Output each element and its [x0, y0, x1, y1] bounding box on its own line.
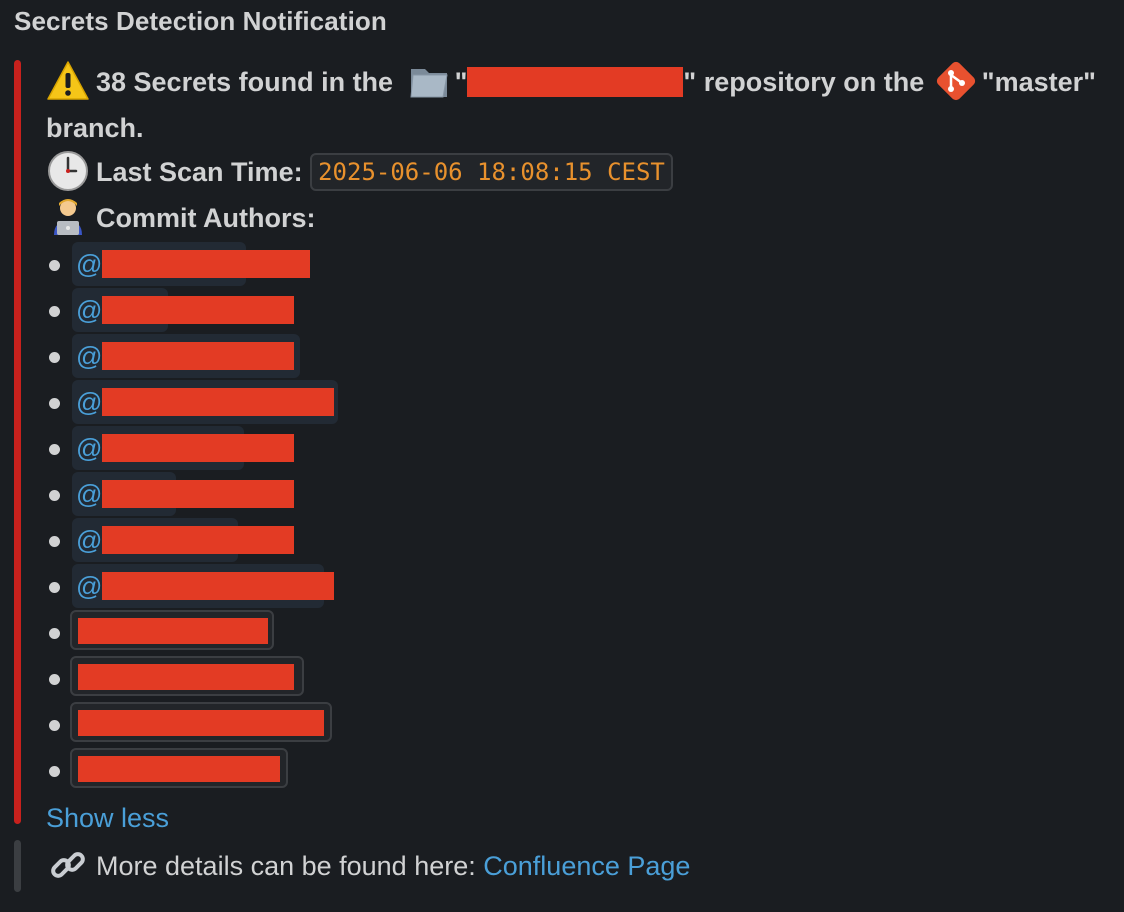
- author-item: [46, 609, 1114, 656]
- bullet: [49, 581, 60, 593]
- redacted-username: [102, 341, 294, 370]
- user-mention[interactable]: @: [72, 425, 294, 470]
- author-item: @: [46, 517, 1114, 564]
- redacted-username: [102, 525, 294, 554]
- clock-icon: [48, 150, 88, 191]
- user-mention[interactable]: @: [72, 471, 294, 516]
- redacted-author: [78, 617, 268, 644]
- branch-word-line: branch.: [46, 106, 1114, 150]
- attachment-details: More details can be found here: Confluen…: [14, 840, 1114, 892]
- redacted-repo-name: [467, 66, 684, 97]
- author-item: @: [46, 333, 1114, 380]
- author-item: [46, 747, 1114, 794]
- bullet: [49, 765, 60, 777]
- attachment-color-bar: [14, 840, 21, 892]
- mention-at: @: [76, 432, 103, 463]
- git-branch-icon: [936, 61, 975, 101]
- redacted-username: [102, 387, 334, 416]
- bullet: [49, 351, 60, 363]
- warning-icon: [47, 61, 89, 100]
- mention-at: @: [76, 386, 103, 417]
- branch-name: "master": [981, 67, 1096, 97]
- technologist-icon: [54, 198, 82, 235]
- details-line: More details can be found here: Confluen…: [46, 844, 690, 890]
- attachment-color-bar: [14, 60, 21, 824]
- author-code: [70, 609, 274, 650]
- repo-suffix-text: repository on the: [703, 67, 925, 97]
- attachment-content: 38 Secrets found in the " " repository on…: [46, 60, 1114, 838]
- redacted-username: [102, 249, 310, 278]
- redacted-author: [78, 709, 324, 736]
- author-item: [46, 655, 1114, 702]
- bullet: [49, 535, 60, 547]
- user-mention[interactable]: @: [72, 517, 294, 562]
- folder-icon: [410, 68, 448, 98]
- redacted-username: [102, 479, 294, 508]
- scan-time-value: 2025-06-06 18:08:15 CEST: [310, 152, 673, 191]
- redacted-author: [78, 755, 280, 782]
- redacted-username: [102, 571, 334, 600]
- author-item: @: [46, 379, 1114, 426]
- confluence-link[interactable]: Confluence Page: [483, 851, 690, 881]
- scan-time-label: Last Scan Time:: [96, 156, 303, 187]
- bullet: [49, 719, 60, 731]
- repo-quote-open: ": [454, 67, 468, 97]
- author-item: @: [46, 425, 1114, 472]
- details-text: More details can be found here:: [96, 851, 476, 881]
- bullet: [49, 259, 60, 271]
- mention-at: @: [76, 248, 103, 279]
- show-less-link[interactable]: Show less: [46, 798, 1114, 838]
- notification-message: Secrets Detection Notification 38 Secret…: [0, 0, 1124, 912]
- user-mention[interactable]: @: [72, 563, 334, 608]
- commit-authors-label: Commit Authors:: [96, 202, 316, 233]
- redacted-username: [102, 433, 294, 462]
- author-code: [70, 747, 288, 788]
- redacted-username: [102, 295, 294, 324]
- bullet: [49, 397, 60, 409]
- mention-at: @: [76, 294, 103, 325]
- bullet: [49, 443, 60, 455]
- user-mention[interactable]: @: [72, 241, 310, 286]
- author-item: @: [46, 563, 1114, 610]
- commit-authors-line: Commit Authors:: [46, 196, 1114, 242]
- author-code: [70, 701, 332, 742]
- user-mention[interactable]: @: [72, 287, 294, 332]
- summary-line: 38 Secrets found in the " " repository on…: [46, 60, 1114, 106]
- author-item: @: [46, 241, 1114, 288]
- bullet: [49, 627, 60, 639]
- repo-quote-close: ": [683, 67, 697, 97]
- user-mention[interactable]: @: [72, 333, 300, 378]
- mention-at: @: [76, 570, 103, 601]
- mention-at: @: [76, 340, 103, 371]
- redacted-author: [78, 663, 294, 690]
- secrets-count-text: 38 Secrets found in the: [96, 67, 394, 97]
- scan-time-line: Last Scan Time: 2025-06-06 18:08:15 CEST: [46, 150, 1114, 196]
- attachment-secrets: 38 Secrets found in the " " repository on…: [14, 60, 1114, 833]
- author-code: [70, 655, 304, 696]
- message-title: Secrets Detection Notification: [14, 6, 387, 36]
- branch-word: branch.: [46, 112, 144, 143]
- bullet: [49, 305, 60, 317]
- mention-at: @: [76, 524, 103, 555]
- author-item: [46, 701, 1114, 748]
- bullet: [49, 489, 60, 501]
- link-icon: [51, 852, 85, 878]
- bullet: [49, 673, 60, 685]
- authors-list: @ @ @ @ @ @ @ @: [46, 241, 1114, 794]
- author-item: @: [46, 287, 1114, 334]
- user-mention[interactable]: @: [72, 379, 338, 424]
- author-item: @: [46, 471, 1114, 518]
- mention-at: @: [76, 478, 103, 509]
